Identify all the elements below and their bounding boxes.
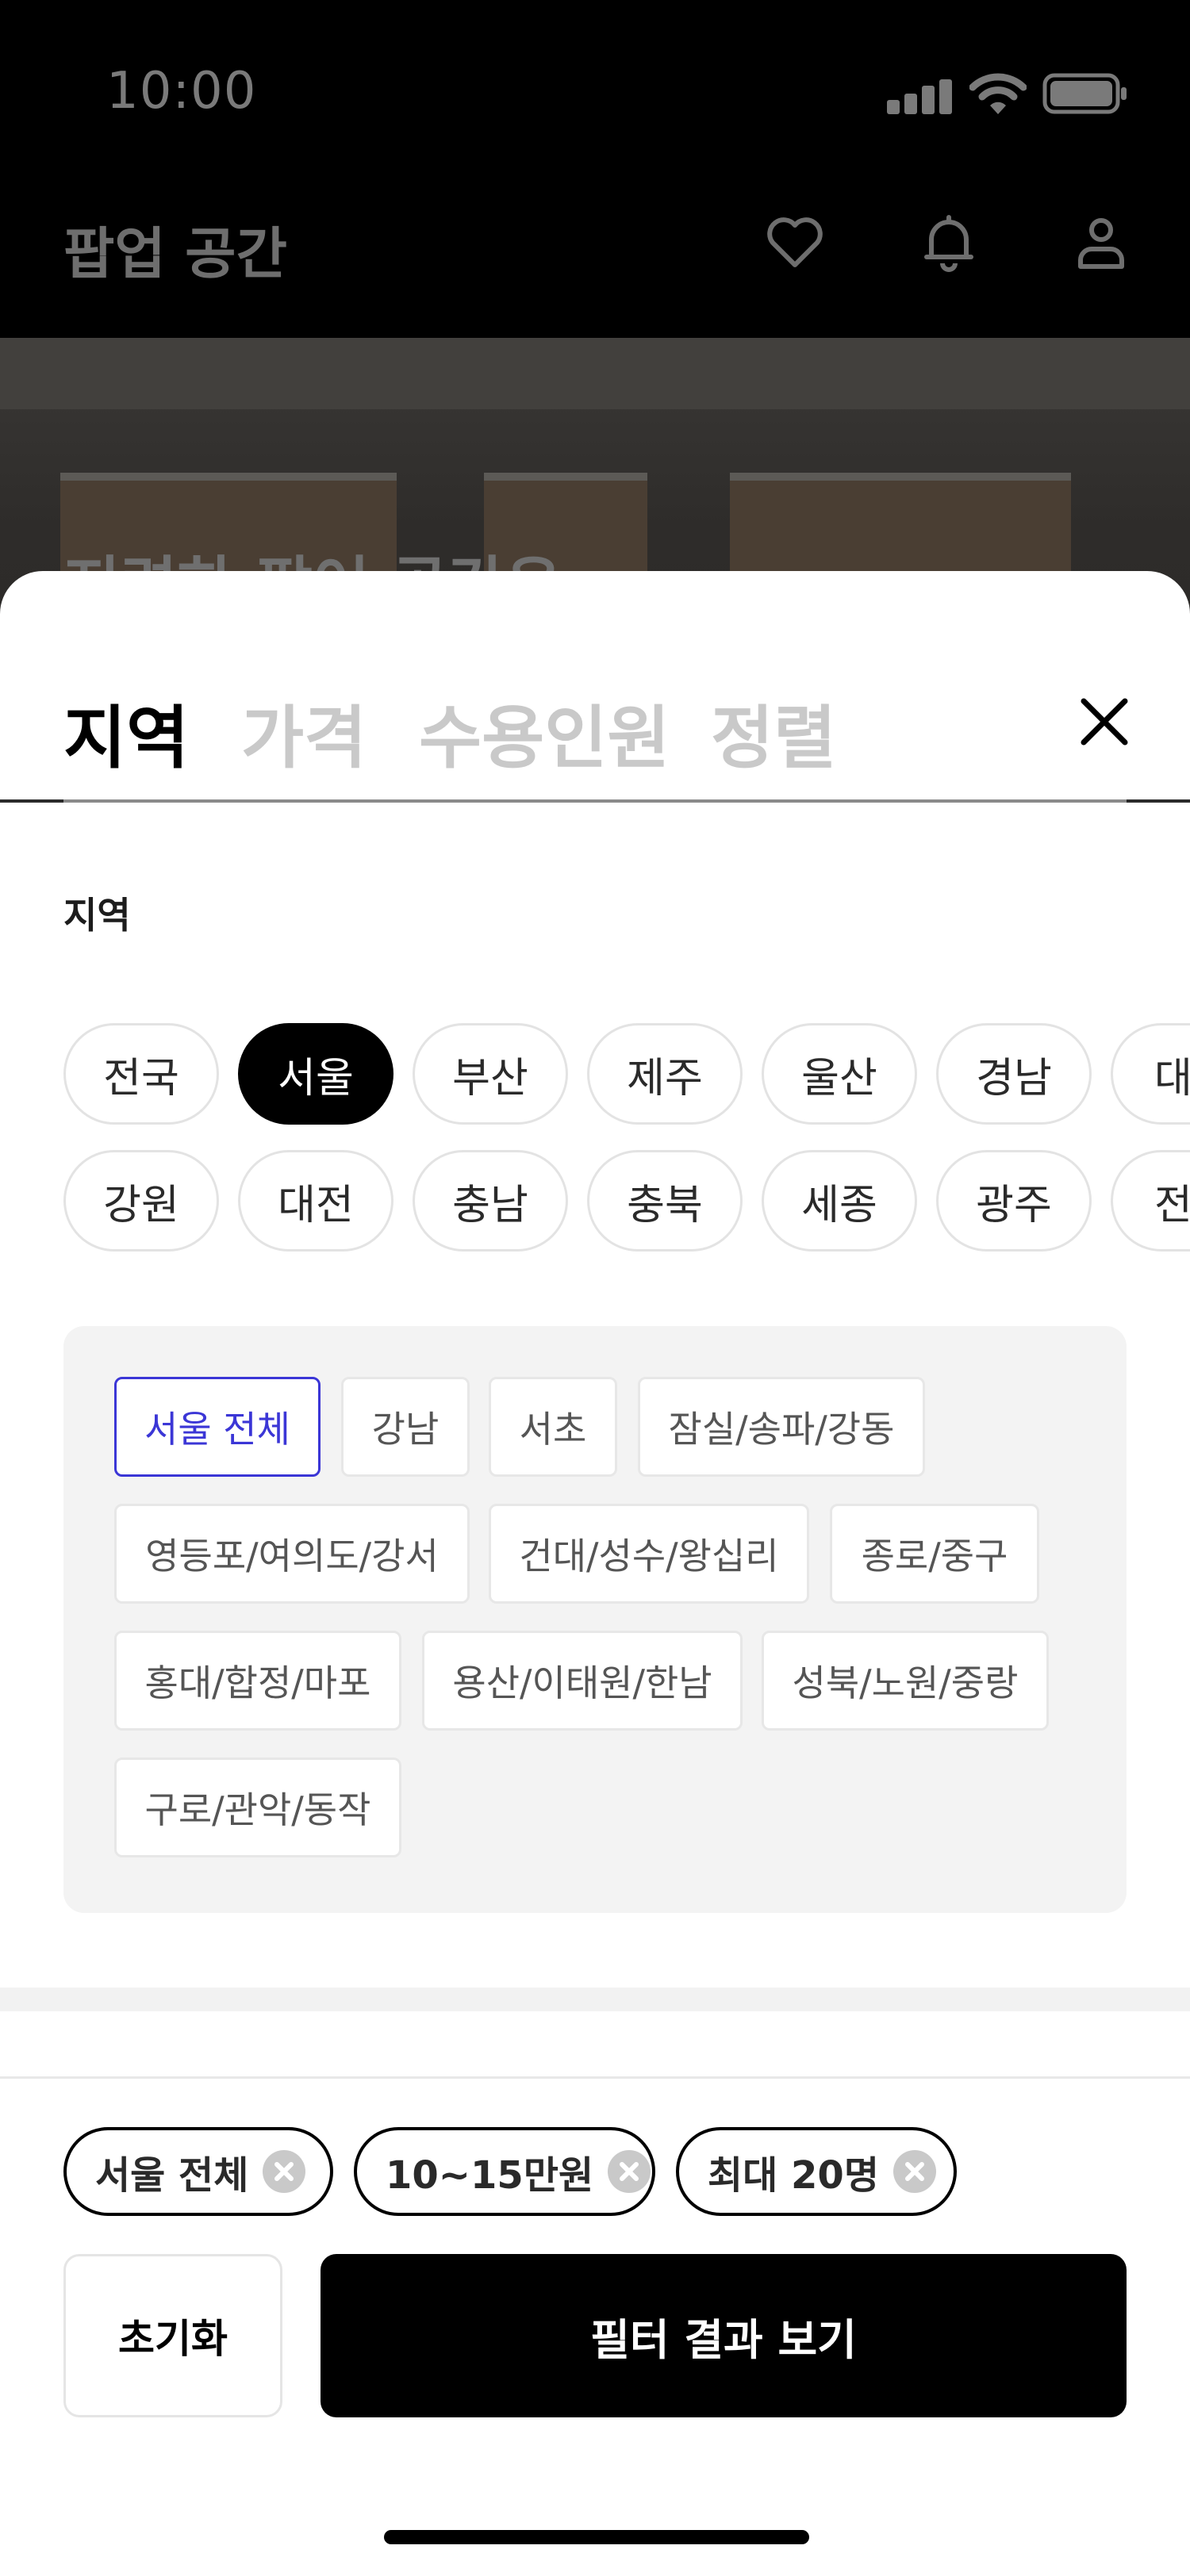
- bell-icon[interactable]: [917, 211, 981, 274]
- close-icon[interactable]: [1073, 690, 1136, 753]
- hero-wall: [0, 338, 1190, 409]
- region-chip[interactable]: 대전: [238, 1150, 393, 1252]
- region-chip[interactable]: 세종: [762, 1150, 917, 1252]
- district-chip[interactable]: 성북/노원/중랑: [762, 1631, 1049, 1731]
- active-filter-pill[interactable]: 최대 20명: [676, 2127, 957, 2216]
- region-chip-selected[interactable]: 서울: [238, 1023, 393, 1125]
- wifi-icon: [969, 73, 1027, 114]
- active-filter-label: 최대 20명: [708, 2153, 879, 2198]
- district-chip[interactable]: 건대/성수/왕십리: [489, 1504, 809, 1604]
- remove-filter-icon[interactable]: [263, 2150, 306, 2193]
- tab-sort[interactable]: 정렬: [711, 682, 836, 781]
- active-filter-label: 10~15만원: [386, 2153, 594, 2198]
- home-indicator: [384, 2530, 809, 2544]
- active-filter-pill[interactable]: 10~15만원: [354, 2127, 655, 2216]
- tab-region[interactable]: 지역: [63, 682, 189, 781]
- screen: 10:00 팝업 공간 지역 가격 수용인원 정렬 지역 전국 서울 부산 제주…: [0, 0, 1190, 2576]
- section-separator: [0, 1988, 1190, 2011]
- reset-button[interactable]: 초기화: [63, 2254, 282, 2417]
- remove-filter-icon[interactable]: [893, 2150, 936, 2193]
- district-chip[interactable]: 잠실/송파/강동: [638, 1377, 925, 1477]
- filter-sheet: 지역 가격 수용인원 정렬 지역 전국 서울 부산 제주 울산 경남 대구 강원…: [0, 571, 1190, 2576]
- district-chip[interactable]: 영등포/여의도/강서: [114, 1504, 470, 1604]
- district-chip[interactable]: 서초: [489, 1377, 617, 1477]
- district-panel: 서울 전체 강남 서초 잠실/송파/강동 영등포/여의도/강서 건대/성수/왕십…: [63, 1326, 1127, 1913]
- tab-indicator: [63, 799, 1127, 803]
- apply-filter-button[interactable]: 필터 결과 보기: [321, 2254, 1127, 2417]
- region-chip[interactable]: 제주: [587, 1023, 743, 1125]
- page-title: 팝업 공간: [63, 221, 287, 286]
- region-chip[interactable]: 광주: [936, 1150, 1092, 1252]
- heart-icon[interactable]: [763, 211, 827, 274]
- profile-icon[interactable]: [1069, 211, 1133, 274]
- footer-divider: [0, 2076, 1190, 2079]
- district-chip[interactable]: 홍대/합정/마포: [114, 1631, 401, 1731]
- district-chip[interactable]: 용산/이태원/한남: [422, 1631, 743, 1731]
- active-filter-pill[interactable]: 서울 전체: [63, 2127, 333, 2216]
- region-chip[interactable]: 경남: [936, 1023, 1092, 1125]
- region-chip[interactable]: 충남: [413, 1150, 568, 1252]
- district-chip[interactable]: 구로/관악/동작: [114, 1758, 401, 1857]
- tab-price[interactable]: 가격: [241, 682, 367, 781]
- active-filter-label: 서울 전체: [95, 2153, 249, 2198]
- district-chip[interactable]: 강남: [341, 1377, 470, 1477]
- region-chip[interactable]: 충북: [587, 1150, 743, 1252]
- region-chip[interactable]: 대구: [1111, 1023, 1190, 1125]
- signal-icon: [887, 79, 954, 114]
- app-header: 팝업 공간: [0, 187, 1190, 338]
- battery-icon: [1042, 73, 1127, 114]
- region-chip[interactable]: 전북: [1111, 1150, 1190, 1252]
- remove-filter-icon[interactable]: [608, 2150, 651, 2193]
- district-chip-selected[interactable]: 서울 전체: [114, 1377, 321, 1477]
- region-chip[interactable]: 강원: [63, 1150, 219, 1252]
- region-chip[interactable]: 부산: [413, 1023, 568, 1125]
- status-bar: 10:00: [0, 0, 1190, 187]
- district-chip[interactable]: 종로/중구: [830, 1504, 1039, 1604]
- region-chip[interactable]: 전국: [63, 1023, 219, 1125]
- region-chip[interactable]: 울산: [762, 1023, 917, 1125]
- section-label: 지역: [63, 894, 131, 937]
- status-time: 10:00: [106, 62, 257, 121]
- tab-capacity[interactable]: 수용인원: [419, 682, 670, 781]
